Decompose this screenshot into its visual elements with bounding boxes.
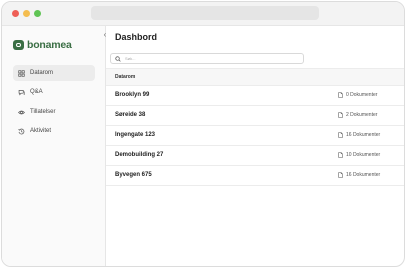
brand-logo[interactable]: bonamea [13,39,72,51]
sidebar-item-label: Datarom [30,70,54,76]
document-icon [338,172,343,178]
brand-name: bonamea [27,39,72,51]
document-icon [338,112,343,118]
doc-count-label: 16 Dokumenter [346,172,381,178]
chat-icon [17,88,26,97]
sidebar-item-qa[interactable]: Q&A [13,84,95,100]
search-input[interactable] [125,56,295,61]
document-icon [338,132,343,138]
history-icon [17,127,26,136]
row-doc-count: 16 Dokumenter [338,172,380,178]
main-content: Dashbord Datarom Brooklyn 99 0 Dokumente… [106,26,404,266]
doc-count-label: 0 Dokumenter [346,92,378,98]
sidebar-item-datarom[interactable]: Datarom [13,65,95,81]
grid-icon [17,69,26,78]
table-header: Datarom [106,68,404,86]
column-header-datarom: Datarom [115,74,136,80]
document-icon [338,92,343,98]
row-doc-count: 0 Dokumenter [338,92,377,98]
eye-icon [17,108,26,117]
minimize-window-button[interactable] [23,10,30,17]
row-name: Brooklyn 99 [115,92,150,98]
row-name: Demobuilding 27 [115,152,164,158]
sidebar: bonamea Datarom Q&A Tillatelser Aktivite… [2,26,106,266]
row-name: Ingengate 123 [115,132,156,138]
table-row[interactable]: Brooklyn 99 0 Dokumenter [106,86,404,106]
page-title: Dashbord [115,32,158,42]
table-row[interactable]: Ingengate 123 16 Dokumenter [106,126,404,146]
sidebar-item-label: Aktivitet [30,128,52,134]
row-doc-count: 2 Dokumenter [338,112,377,118]
search-icon [115,55,121,62]
table-row[interactable]: Demobuilding 27 10 Dokumenter [106,146,404,166]
brand-mark-icon [13,40,24,50]
maximize-window-button[interactable] [34,10,41,17]
address-bar[interactable] [91,6,319,20]
search-box[interactable] [110,53,304,64]
sidebar-item-aktivitet[interactable]: Aktivitet [13,123,95,139]
sidebar-item-label: Q&A [30,89,43,95]
row-name: Søreide 38 [115,112,146,118]
sidebar-item-tillatelser[interactable]: Tillatelser [13,104,95,120]
doc-count-label: 2 Dokumenter [346,112,378,118]
document-icon [338,152,343,158]
row-name: Byvegen 675 [115,172,152,178]
table-row[interactable]: Søreide 38 2 Dokumenter [106,106,404,126]
row-doc-count: 10 Dokumenter [338,152,380,158]
doc-count-label: 16 Dokumenter [346,132,381,138]
doc-count-label: 10 Dokumenter [346,152,381,158]
title-bar [2,2,404,26]
close-window-button[interactable] [12,10,19,17]
row-doc-count: 16 Dokumenter [338,132,380,138]
table-row[interactable]: Byvegen 675 16 Dokumenter [106,166,404,186]
sidebar-item-label: Tillatelser [30,109,56,115]
app-window: bonamea Datarom Q&A Tillatelser Aktivite… [1,1,405,267]
